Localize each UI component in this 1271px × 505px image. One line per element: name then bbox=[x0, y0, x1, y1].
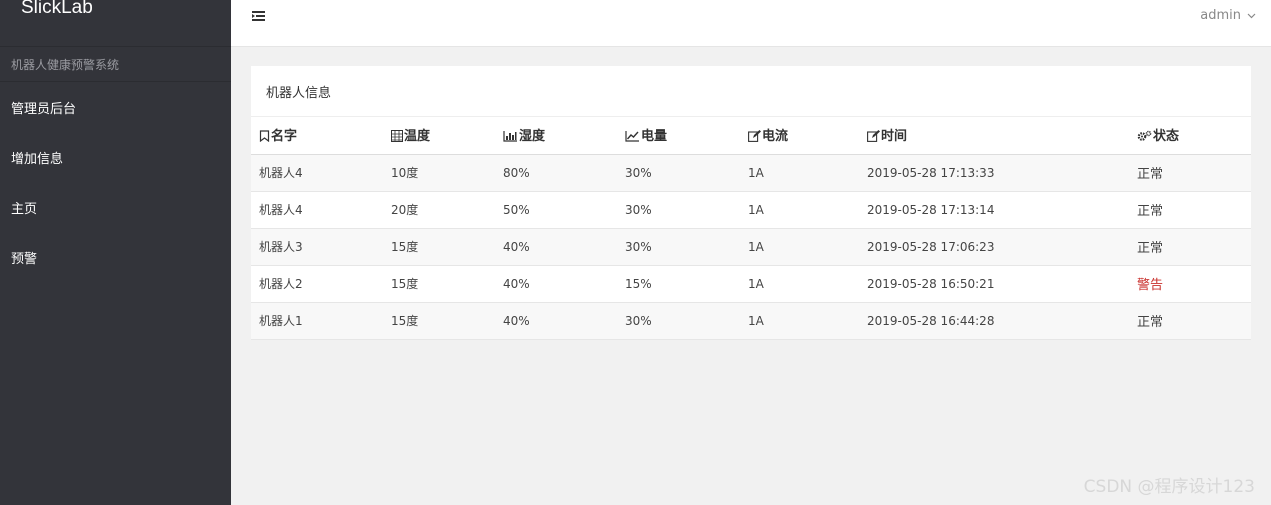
cell-humidity: 40% bbox=[495, 265, 617, 303]
sidebar-item-warning[interactable]: 预警 bbox=[0, 232, 231, 282]
cell-time: 2019-05-28 16:44:28 bbox=[859, 302, 1129, 340]
edit-icon bbox=[748, 129, 761, 146]
cell-current: 1A bbox=[740, 228, 859, 266]
cell-temp: 10度 bbox=[383, 154, 495, 192]
cell-current: 1A bbox=[740, 191, 859, 229]
username: admin bbox=[1200, 8, 1241, 23]
column-header-current[interactable]: 电流 bbox=[740, 117, 859, 155]
status-badge: 正常 bbox=[1129, 154, 1251, 192]
column-header-humidity[interactable]: 湿度 bbox=[495, 117, 617, 155]
cell-time: 2019-05-28 17:13:14 bbox=[859, 191, 1129, 229]
status-badge: 正常 bbox=[1129, 302, 1251, 340]
system-subtitle: 机器人健康预警系统 bbox=[0, 47, 231, 82]
table-row[interactable]: 机器人4 10度 80% 30% 1A 2019-05-28 17:13:33 … bbox=[251, 154, 1251, 192]
cell-temp: 15度 bbox=[383, 302, 495, 340]
table-row[interactable]: 机器人4 20度 50% 30% 1A 2019-05-28 17:13:14 … bbox=[251, 191, 1251, 229]
brand-name: SlickLab bbox=[21, 0, 93, 18]
bar-chart-icon bbox=[503, 130, 518, 146]
calendar-grid-icon bbox=[391, 129, 403, 146]
brand-logo[interactable]: SlickLab bbox=[0, 0, 231, 47]
cell-temp: 15度 bbox=[383, 228, 495, 266]
cell-name: 机器人1 bbox=[251, 302, 383, 340]
cell-battery: 30% bbox=[617, 191, 740, 229]
cell-name: 机器人4 bbox=[251, 154, 383, 192]
sidebar-item-label: 预警 bbox=[11, 251, 38, 267]
sidebar: SlickLab 机器人健康预警系统 管理员后台 增加信息 主页 预警 bbox=[0, 0, 231, 505]
panel-title: 机器人信息 bbox=[251, 66, 1251, 117]
column-label: 电流 bbox=[762, 128, 789, 144]
sidebar-item-add-info[interactable]: 增加信息 bbox=[0, 132, 231, 182]
sidebar-item-label: 增加信息 bbox=[11, 151, 64, 167]
menu-toggle-icon[interactable] bbox=[251, 9, 267, 23]
top-bar: admin bbox=[231, 0, 1271, 47]
cell-temp: 15度 bbox=[383, 265, 495, 303]
edit-icon bbox=[867, 129, 880, 146]
cell-time: 2019-05-28 17:06:23 bbox=[859, 228, 1129, 266]
cell-time: 2019-05-28 16:50:21 bbox=[859, 265, 1129, 303]
cell-battery: 30% bbox=[617, 302, 740, 340]
line-chart-icon bbox=[625, 130, 640, 146]
cell-humidity: 80% bbox=[495, 154, 617, 192]
status-badge: 正常 bbox=[1129, 191, 1251, 229]
table-row[interactable]: 机器人3 15度 40% 30% 1A 2019-05-28 17:06:23 … bbox=[251, 228, 1251, 266]
cell-name: 机器人3 bbox=[251, 228, 383, 266]
sidebar-item-home[interactable]: 主页 bbox=[0, 182, 231, 232]
gears-icon bbox=[1137, 130, 1152, 146]
column-header-status[interactable]: 状态 bbox=[1129, 117, 1251, 155]
cell-humidity: 40% bbox=[495, 228, 617, 266]
column-header-temp[interactable]: 温度 bbox=[383, 117, 495, 155]
table-header-row: 名字 温度 湿度 电量 电流 时间 状态 bbox=[251, 117, 1251, 155]
cell-battery: 30% bbox=[617, 228, 740, 266]
cell-current: 1A bbox=[740, 302, 859, 340]
cell-battery: 15% bbox=[617, 265, 740, 303]
user-menu[interactable]: admin bbox=[1200, 8, 1256, 23]
column-label: 名字 bbox=[271, 128, 298, 144]
column-label: 湿度 bbox=[519, 128, 546, 144]
bookmark-icon bbox=[259, 130, 270, 146]
chevron-down-icon bbox=[1247, 8, 1256, 23]
cell-humidity: 50% bbox=[495, 191, 617, 229]
cell-current: 1A bbox=[740, 154, 859, 192]
column-label: 时间 bbox=[881, 128, 908, 144]
table-row[interactable]: 机器人2 15度 40% 15% 1A 2019-05-28 16:50:21 … bbox=[251, 265, 1251, 303]
column-label: 状态 bbox=[1153, 128, 1180, 144]
sidebar-item-admin[interactable]: 管理员后台 bbox=[0, 82, 231, 132]
robot-table: 名字 温度 湿度 电量 电流 时间 状态 机器人4 10度 80% 30% 1A… bbox=[251, 117, 1251, 340]
status-badge: 正常 bbox=[1129, 228, 1251, 266]
cell-time: 2019-05-28 17:13:33 bbox=[859, 154, 1129, 192]
status-badge: 警告 bbox=[1129, 265, 1251, 303]
robot-info-panel: 机器人信息 名字 温度 湿度 电量 电流 时间 状态 机器人4 10度 80% … bbox=[251, 66, 1251, 340]
sidebar-item-label: 主页 bbox=[11, 201, 38, 217]
column-label: 温度 bbox=[404, 128, 431, 144]
column-label: 电量 bbox=[641, 128, 668, 144]
cell-temp: 20度 bbox=[383, 191, 495, 229]
column-header-time[interactable]: 时间 bbox=[859, 117, 1129, 155]
cell-humidity: 40% bbox=[495, 302, 617, 340]
cell-current: 1A bbox=[740, 265, 859, 303]
column-header-battery[interactable]: 电量 bbox=[617, 117, 740, 155]
cell-battery: 30% bbox=[617, 154, 740, 192]
sidebar-item-label: 管理员后台 bbox=[11, 101, 77, 117]
column-header-name[interactable]: 名字 bbox=[251, 117, 383, 155]
cell-name: 机器人4 bbox=[251, 191, 383, 229]
cell-name: 机器人2 bbox=[251, 265, 383, 303]
table-row[interactable]: 机器人1 15度 40% 30% 1A 2019-05-28 16:44:28 … bbox=[251, 302, 1251, 340]
watermark: CSDN @程序设计123 bbox=[1083, 477, 1255, 497]
